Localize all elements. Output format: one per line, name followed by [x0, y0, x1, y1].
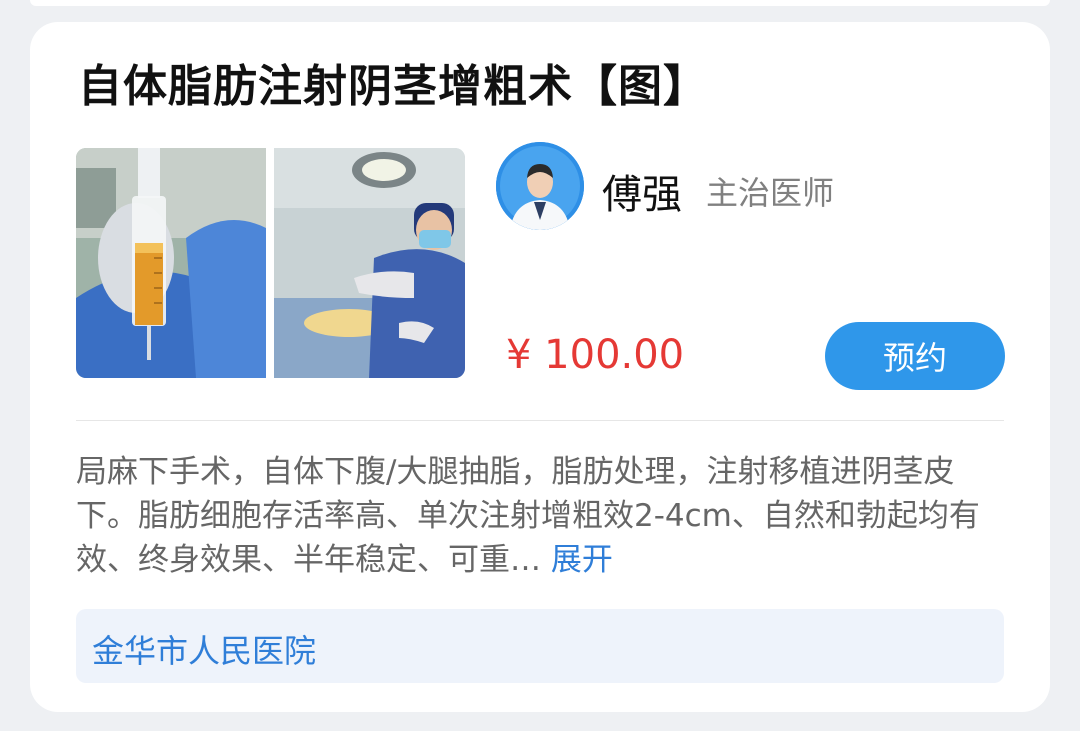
- divider: [76, 420, 1004, 421]
- doctor-name: 傅强: [602, 172, 682, 218]
- previous-card-edge: [30, 0, 1050, 6]
- hospital-name: 金华市人民医院: [92, 632, 317, 670]
- price: ¥ 100.00: [506, 332, 685, 378]
- service-title: 自体脂肪注射阴茎增粗术【图】: [78, 61, 708, 112]
- service-card[interactable]: 自体脂肪注射阴茎增粗术【图】 傅强 主治医师 ¥ 100.00 预约 局麻下手术…: [30, 22, 1050, 712]
- surgeon-photo[interactable]: [274, 148, 465, 378]
- book-button[interactable]: 预约: [825, 322, 1005, 390]
- description: 局麻下手术，自体下腹/大腿抽脂，脂肪处理，注射移植进阴茎皮下。脂肪细胞存活率高、…: [76, 450, 1006, 582]
- expand-link[interactable]: 展开: [551, 542, 613, 578]
- hospital-tag[interactable]: 金华市人民医院: [76, 609, 1004, 683]
- description-text: 局麻下手术，自体下腹/大腿抽脂，脂肪处理，注射移植进阴茎皮下。脂肪细胞存活率高、…: [76, 454, 980, 578]
- doctor-avatar[interactable]: [496, 142, 584, 230]
- syringe-photo[interactable]: [76, 148, 266, 378]
- doctor-title: 主治医师: [706, 174, 835, 212]
